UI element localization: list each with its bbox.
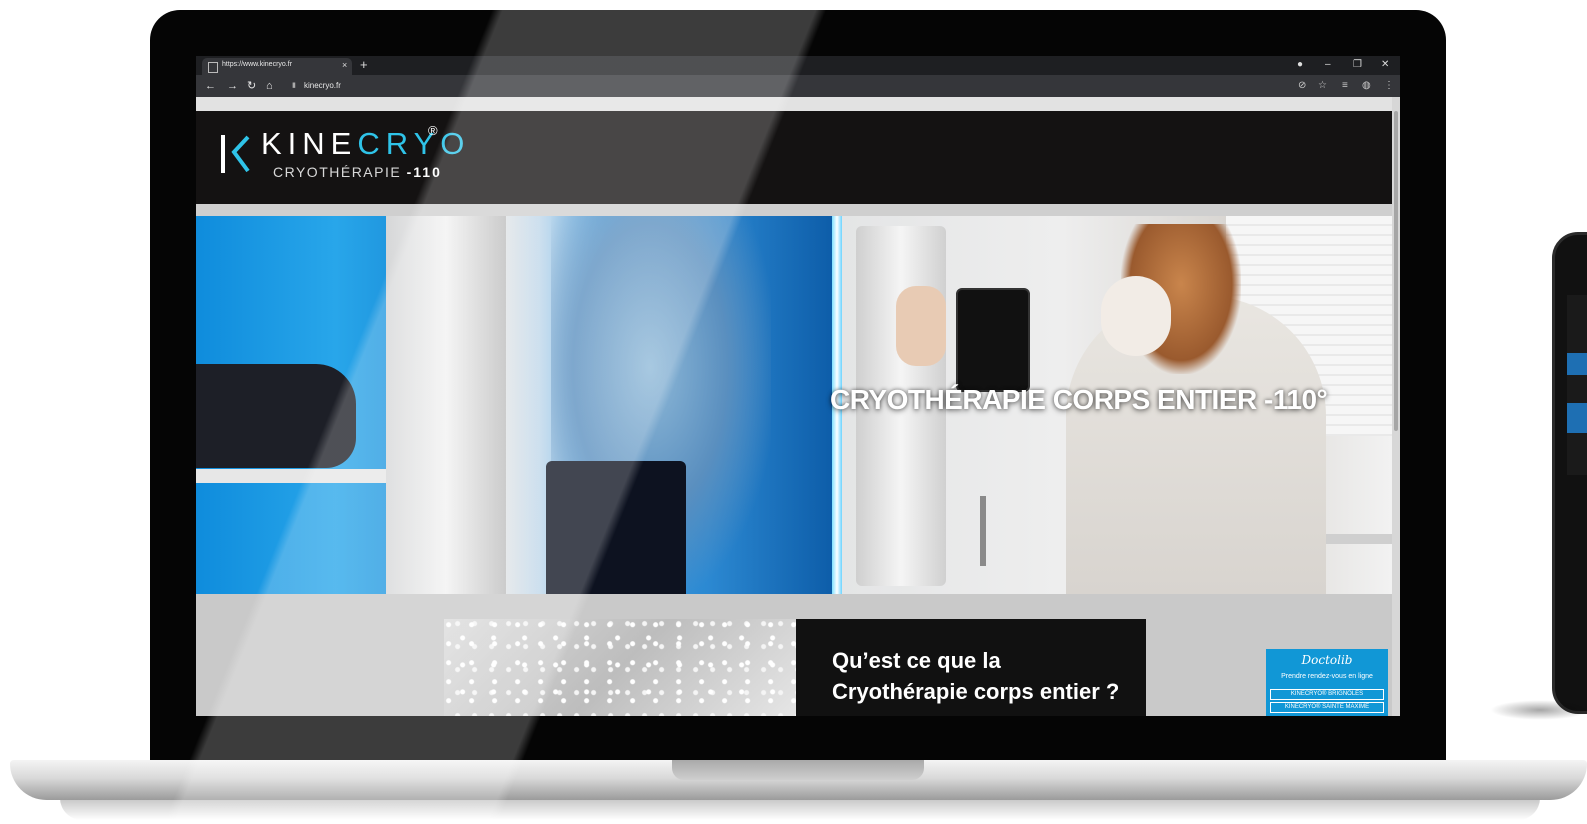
phone-device — [1552, 232, 1587, 714]
booking-link-brignoles[interactable]: KINECRYO® BRIGNOLES — [1270, 689, 1384, 700]
home-button[interactable]: ⌂ — [266, 78, 273, 94]
site-header: KINECRYO ® CRYOTHÉRAPIE -110 — [196, 111, 1392, 204]
address-bar[interactable]: kinecryo.fr — [304, 81, 341, 90]
phone-screen-band — [1567, 403, 1587, 433]
browser-toolbar: ← → ↻ ⌂ ▮ kinecryo.fr ⊘ ☆ ≡ ◍ ⋮ — [196, 75, 1400, 97]
hero-banner: CRYOTHÉRAPIE CORPS ENTIER -110° — [196, 216, 1392, 594]
close-window-button[interactable]: ✕ — [1381, 57, 1389, 73]
doctolib-cta: Prendre rendez-vous en ligne — [1281, 673, 1373, 680]
laptop-notch — [672, 760, 924, 780]
maximize-button[interactable]: ❐ — [1353, 57, 1362, 73]
back-button[interactable]: ← — [205, 78, 216, 94]
phone-screen — [1567, 295, 1587, 475]
hero-control-tablet — [956, 288, 1030, 392]
intro-section: Qu’est ce que la Cryothérapie corps enti… — [196, 594, 1392, 716]
close-tab-icon[interactable]: × — [342, 60, 347, 70]
hero-title: CRYOTHÉRAPIE CORPS ENTIER -110° — [830, 384, 1328, 415]
hero-door-handle — [980, 496, 986, 566]
reading-list-icon[interactable]: ≡ — [1342, 79, 1348, 93]
phone-screen-band — [1567, 353, 1587, 375]
bookmark-star-icon[interactable]: ☆ — [1318, 79, 1327, 93]
logo-wordmark[interactable]: KINECRYO — [261, 126, 470, 162]
doctolib-widget[interactable]: Doctolib Prendre rendez-vous en ligne KI… — [1266, 649, 1388, 716]
hero-shorts-image — [546, 461, 686, 594]
phone-shadow — [1490, 700, 1587, 720]
header-divider — [196, 204, 1392, 216]
logo-subtitle-bold: -110 — [406, 164, 442, 180]
logo-cryo: CRYO — [357, 126, 471, 161]
scrollbar-thumb[interactable] — [1394, 111, 1398, 431]
favicon-icon — [208, 62, 218, 73]
lock-icon: ▮ — [292, 82, 296, 89]
browser-tabstrip: https://www.kinecryo.fr × + ● – ❐ ✕ — [196, 56, 1400, 75]
minimize-button[interactable]: – — [1325, 57, 1331, 73]
hero-practitioner-face — [1101, 276, 1171, 356]
tab-title: https://www.kinecryo.fr — [222, 61, 293, 68]
logo-subtitle: CRYOTHÉRAPIE -110 — [273, 164, 442, 180]
browser-tab[interactable]: https://www.kinecryo.fr × — [202, 58, 352, 75]
intro-card: Qu’est ce que la Cryothérapie corps enti… — [796, 619, 1146, 716]
forward-button[interactable]: → — [227, 78, 238, 94]
profile-icon[interactable]: ● — [1297, 57, 1303, 73]
doctolib-logo: Doctolib — [1301, 653, 1353, 667]
ice-crystals-image — [444, 619, 796, 716]
intro-heading: Qu’est ce que la Cryothérapie corps enti… — [832, 648, 1120, 704]
laptop-screen: https://www.kinecryo.fr × + ● – ❐ ✕ ← → … — [196, 56, 1400, 716]
hero-doorframe-image — [386, 216, 506, 594]
hero-towels-image — [196, 364, 356, 468]
new-tab-button[interactable]: + — [360, 57, 368, 73]
page-top-strip — [196, 97, 1400, 111]
hero-shelf-image — [196, 469, 386, 483]
booking-link-sainte-maxime[interactable]: KINECRYO® SAINTE MAXIME — [1270, 702, 1384, 713]
avatar-icon[interactable]: ◍ — [1362, 79, 1371, 93]
logo-kine: KINE — [261, 126, 358, 161]
reload-button[interactable]: ↻ — [247, 78, 256, 94]
laptop-shadow — [60, 798, 1540, 820]
hero-thumbs-up-hand — [896, 286, 946, 366]
kinecryo-logo-icon[interactable] — [218, 131, 252, 177]
logo-subtitle-text: CRYOTHÉRAPIE — [273, 164, 407, 180]
tracking-icon[interactable]: ⊘ — [1298, 79, 1306, 93]
logo-registered-mark: ® — [428, 123, 438, 138]
menu-icon[interactable]: ⋮ — [1384, 79, 1394, 93]
